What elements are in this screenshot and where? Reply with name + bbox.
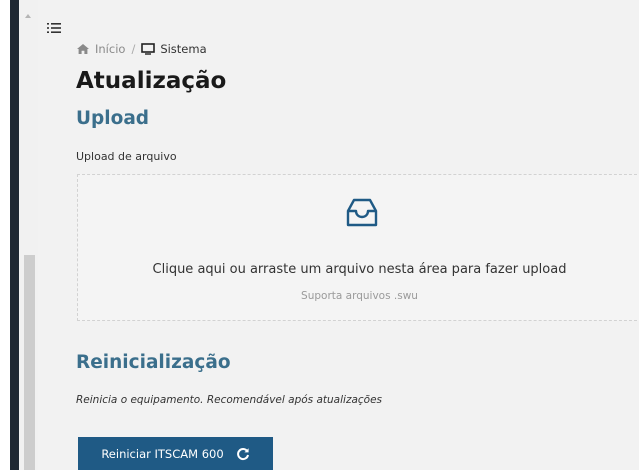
window-edge bbox=[0, 0, 10, 470]
breadcrumb-home-label: Início bbox=[95, 42, 126, 56]
monitor-icon bbox=[141, 43, 156, 55]
scroll-up-arrow-icon[interactable] bbox=[25, 14, 31, 18]
scrollbar-thumb[interactable] bbox=[24, 255, 35, 470]
breadcrumb-home[interactable]: Início bbox=[76, 42, 125, 56]
sidebar-collapsed bbox=[10, 0, 19, 470]
restart-button-label: Reiniciar ITSCAM 600 bbox=[101, 446, 224, 461]
breadcrumb: Início / Sistema bbox=[76, 42, 207, 56]
breadcrumb-separator: / bbox=[131, 42, 136, 56]
dropzone-text: Clique aqui ou arraste um arquivo nesta … bbox=[152, 262, 567, 277]
menu-toggle-icon[interactable] bbox=[47, 22, 61, 34]
home-icon bbox=[77, 44, 89, 54]
inbox-icon bbox=[346, 198, 378, 227]
page-title: Atualização bbox=[76, 68, 227, 94]
reboot-description: Reinicia o equipamento. Recomendável apó… bbox=[76, 394, 383, 406]
breadcrumb-current-label: Sistema bbox=[160, 42, 207, 56]
upload-dropzone[interactable]: Clique aqui ou arraste um arquivo nesta … bbox=[77, 174, 639, 321]
reboot-section-title: Reinicialização bbox=[76, 352, 231, 373]
upload-field-label: Upload de arquivo bbox=[76, 150, 177, 163]
restart-button[interactable]: Reiniciar ITSCAM 600 bbox=[78, 437, 273, 470]
reload-icon bbox=[236, 447, 249, 460]
upload-section-title: Upload bbox=[76, 108, 150, 129]
main-content: Início / Sistema Atualização Upload Uplo… bbox=[38, 0, 639, 470]
dropzone-hint: Suporta arquivos .swu bbox=[301, 290, 418, 302]
breadcrumb-current: Sistema bbox=[141, 42, 207, 56]
